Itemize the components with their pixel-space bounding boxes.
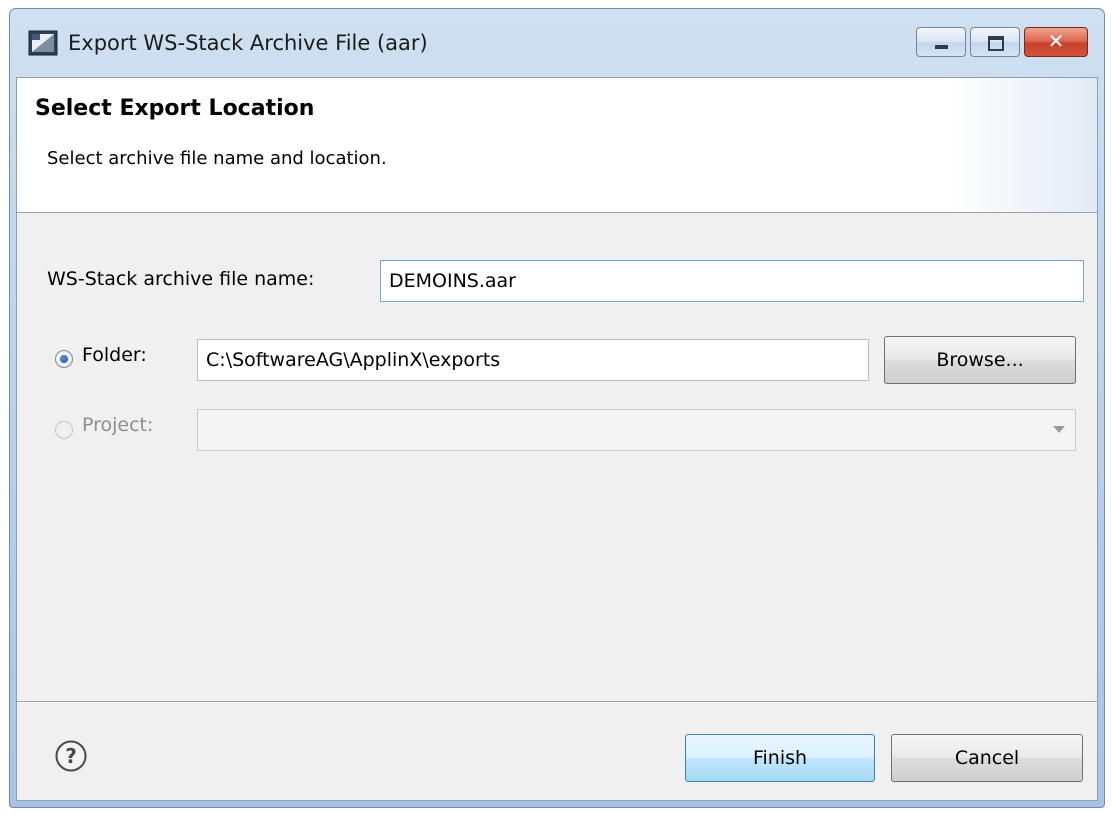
folder-radio[interactable] bbox=[55, 350, 73, 368]
page-title: Select Export Location bbox=[35, 96, 315, 121]
project-select[interactable] bbox=[197, 409, 1076, 451]
folder-radio-dot bbox=[60, 355, 68, 363]
maximize-icon bbox=[988, 36, 1004, 51]
folder-label[interactable]: Folder: bbox=[82, 344, 147, 366]
help-icon[interactable]: ? bbox=[55, 740, 87, 772]
export-dialog-window: Export WS-Stack Archive File (aar) ✕ Sel… bbox=[9, 8, 1105, 808]
finish-button[interactable]: Finish bbox=[685, 734, 875, 782]
title-bar[interactable]: Export WS-Stack Archive File (aar) ✕ bbox=[10, 9, 1104, 77]
footer-separator bbox=[17, 701, 1097, 703]
window-title: Export WS-Stack Archive File (aar) bbox=[68, 31, 428, 55]
wizard-banner: Select Export Location Select archive fi… bbox=[17, 78, 1097, 213]
archive-name-label: WS-Stack archive file name: bbox=[47, 268, 315, 290]
minimize-icon bbox=[935, 45, 948, 49]
svg-text:?: ? bbox=[65, 744, 77, 768]
browse-button[interactable]: Browse... bbox=[884, 336, 1076, 384]
close-icon: ✕ bbox=[1047, 29, 1065, 53]
close-button[interactable]: ✕ bbox=[1024, 27, 1088, 57]
project-radio[interactable] bbox=[55, 421, 73, 439]
archive-name-input[interactable]: DEMOINS.aar bbox=[380, 260, 1084, 302]
project-label[interactable]: Project: bbox=[82, 414, 153, 436]
maximize-button[interactable] bbox=[970, 27, 1020, 57]
minimize-button[interactable] bbox=[916, 27, 966, 57]
banner-decoration bbox=[947, 78, 1097, 212]
eclipse-app-icon bbox=[28, 30, 58, 56]
cancel-button[interactable]: Cancel bbox=[891, 734, 1083, 782]
folder-path-input[interactable]: C:\SoftwareAG\ApplinX\exports bbox=[197, 339, 869, 381]
dialog-client-area: Select Export Location Select archive fi… bbox=[16, 77, 1098, 801]
page-description: Select archive file name and location. bbox=[47, 148, 387, 169]
chevron-down-icon bbox=[1053, 426, 1065, 433]
